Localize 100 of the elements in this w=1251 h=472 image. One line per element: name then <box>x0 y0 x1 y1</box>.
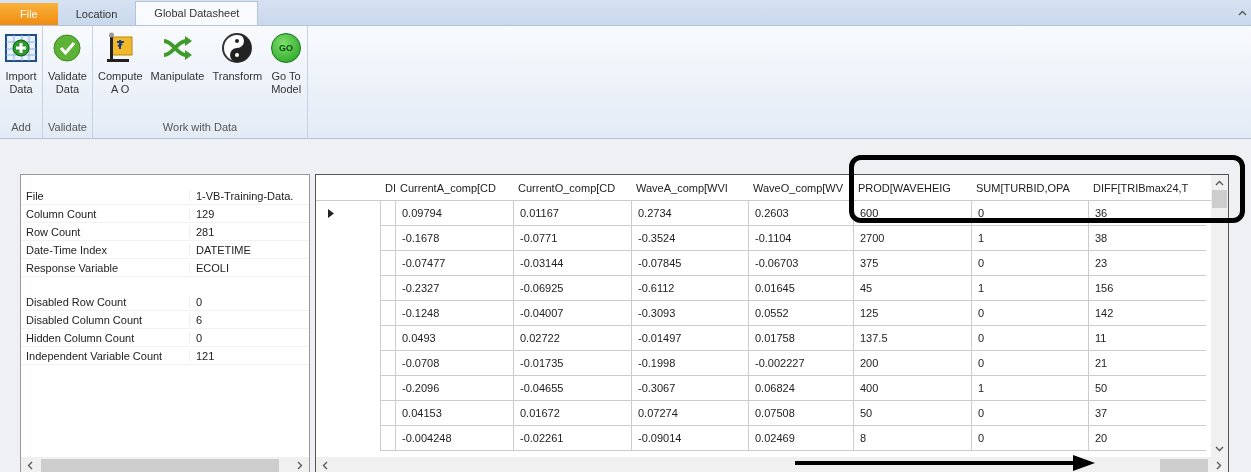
table-cell: -0.09014 <box>631 426 748 451</box>
column-header[interactable]: WaveO_comp[WV <box>748 181 853 194</box>
table-cell: 0 <box>971 251 1088 276</box>
table-cell: 1 <box>971 376 1088 401</box>
table-cell: 0.09794 <box>395 201 513 226</box>
table-cell: -0.06925 <box>513 276 631 301</box>
go-icon: GO <box>271 33 302 63</box>
table-cell: 36 <box>1088 201 1206 226</box>
yin-yang-icon <box>221 32 254 64</box>
group-label: Work with Data <box>161 121 239 135</box>
table-cell: 0.01758 <box>748 326 853 351</box>
chevron-right-icon[interactable] <box>297 460 303 470</box>
table-cell: -0.01735 <box>513 351 631 376</box>
table-cell: 0 <box>971 201 1088 226</box>
table-cell: 0.07508 <box>748 401 853 426</box>
table-cell: -0.07845 <box>631 251 748 276</box>
table-cell: 0.2603 <box>748 201 853 226</box>
table-cell: 142 <box>1088 301 1206 326</box>
property-value: 0 <box>195 295 203 308</box>
chevron-up-icon[interactable] <box>1238 9 1247 16</box>
table-cell: -0.04007 <box>513 301 631 326</box>
ribbon-button[interactable]: Import Data <box>3 32 39 121</box>
property-value: 129 <box>195 207 215 220</box>
table-cell: 0 <box>971 301 1088 326</box>
table-cell: 1 <box>971 276 1088 301</box>
table-cell: 400 <box>853 376 971 401</box>
chevron-left-icon[interactable] <box>322 460 328 470</box>
table-cell: -0.0771 <box>513 226 631 251</box>
column-header[interactable]: DIFF[TRIBmax24,T <box>1088 181 1206 194</box>
check-circle-icon <box>51 32 84 64</box>
property-label: Disabled Row Count <box>21 295 190 308</box>
table-cell: 38 <box>1088 226 1206 251</box>
table-cell <box>380 351 395 376</box>
table-cell <box>380 326 395 351</box>
column-header[interactable]: WaveA_comp[WVI <box>631 181 748 194</box>
ribbon-button[interactable]: Validate Data <box>46 32 89 121</box>
property-label: Date-Time Index <box>21 243 190 256</box>
table-cell: -0.02261 <box>513 426 631 451</box>
table-cell: 0.01167 <box>513 201 631 226</box>
table-cell: 0.07274 <box>631 401 748 426</box>
table-cell <box>380 376 395 401</box>
chevron-right-icon[interactable] <box>1216 460 1222 470</box>
scrollbar-thumb[interactable] <box>1160 458 1208 472</box>
property-value: 1-VB-Training-Data. <box>195 189 294 202</box>
table-cell: 200 <box>853 351 971 376</box>
ribbon-tab[interactable]: Location <box>57 3 136 25</box>
horizontal-scrollbar[interactable] <box>316 457 1228 472</box>
table-cell: -0.3524 <box>631 226 748 251</box>
ribbon-tab[interactable]: Global Datasheet <box>135 1 259 25</box>
table-cell: 50 <box>853 401 971 426</box>
table-cell: -0.03144 <box>513 251 631 276</box>
column-header[interactable]: DI <box>380 181 395 194</box>
table-cell: -0.2327 <box>395 276 513 301</box>
table-cell: 0.01672 <box>513 401 631 426</box>
table-cell: 21 <box>1088 351 1206 376</box>
table-cell: 0.0552 <box>748 301 853 326</box>
column-header[interactable]: CurrentO_comp[CD <box>513 181 631 194</box>
property-value: 0 <box>195 331 203 344</box>
chevron-left-icon[interactable] <box>27 460 33 470</box>
table-cell <box>380 401 395 426</box>
scrollbar-thumb[interactable] <box>41 458 279 472</box>
table-cell <box>380 226 395 251</box>
property-value: DATETIME <box>195 243 251 256</box>
table-cell: 0 <box>971 426 1088 451</box>
property-value: 281 <box>195 225 215 238</box>
table-cell: 0.2734 <box>631 201 748 226</box>
table-cell: 0.04153 <box>395 401 513 426</box>
property-label: File <box>21 189 190 202</box>
table-cell: 8 <box>853 426 971 451</box>
ribbon-button[interactable]: GO Go To Model <box>268 32 305 121</box>
column-header[interactable]: PROD[WAVEHEIG <box>853 181 971 194</box>
table-cell: 0.02469 <box>748 426 853 451</box>
table-cell: 375 <box>853 251 971 276</box>
property-label: Row Count <box>21 225 190 238</box>
table-cell: -0.0708 <box>395 351 513 376</box>
column-header[interactable]: CurrentA_comp[CD <box>395 181 513 194</box>
property-label: Response Variable <box>21 261 190 274</box>
table-cell: 50 <box>1088 376 1206 401</box>
table-cell: 2700 <box>853 226 971 251</box>
scrollbar-thumb[interactable] <box>1212 190 1227 208</box>
table-cell: 0 <box>971 326 1088 351</box>
ribbon-button[interactable]: Transform <box>210 32 265 121</box>
table-cell: 0.06824 <box>748 376 853 401</box>
property-value: ECOLI <box>195 261 229 274</box>
table-cell: -0.01497 <box>631 326 748 351</box>
table-cell <box>380 251 395 276</box>
chevron-up-icon[interactable] <box>1215 180 1224 186</box>
horizontal-scrollbar[interactable] <box>21 457 309 472</box>
table-cell: -0.1104 <box>748 226 853 251</box>
vertical-scrollbar[interactable] <box>1211 175 1228 457</box>
table-cell <box>380 426 395 451</box>
column-header[interactable]: SUM[TURBID,OPA <box>971 181 1088 194</box>
property-label: Independent Variable Count <box>21 349 190 362</box>
table-cell: 0.02722 <box>513 326 631 351</box>
chevron-down-icon[interactable] <box>1215 446 1224 452</box>
table-cell: -0.2096 <box>395 376 513 401</box>
ribbon-button[interactable]: Manipulate <box>148 32 207 121</box>
table-plus-icon <box>5 32 37 64</box>
ribbon-button[interactable]: Compute A O <box>95 32 145 121</box>
property-label: Column Count <box>21 207 190 220</box>
